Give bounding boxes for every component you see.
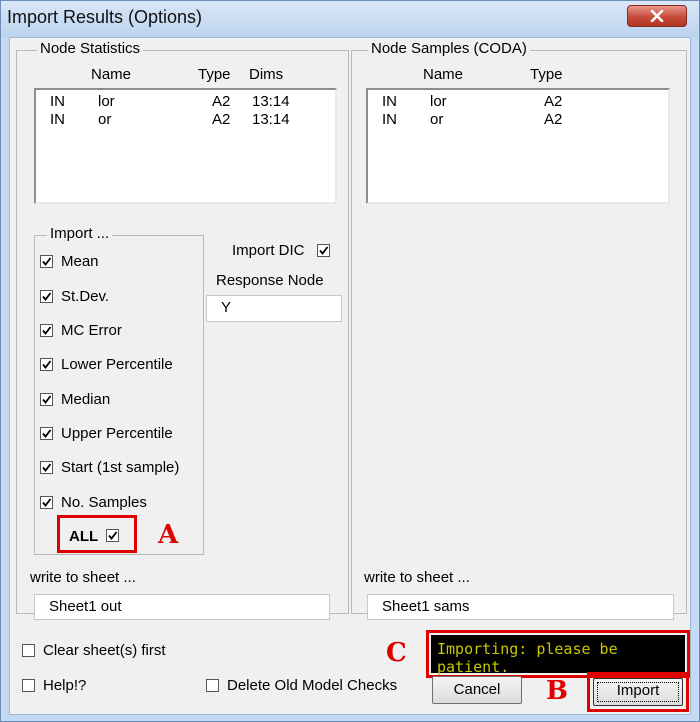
mean-label: Mean (61, 253, 99, 270)
node-statistics-list[interactable]: IN lor A2 13:14 IN or A2 13:14 (34, 88, 337, 204)
upper-percentile-label: Upper Percentile (61, 425, 173, 442)
no-samples-checkbox[interactable] (40, 496, 53, 509)
status-text: Importing: please be patient. (437, 640, 618, 676)
delete-checks-label: Delete Old Model Checks (227, 677, 398, 694)
window-title: Import Results (Options) (7, 7, 203, 27)
row-dims: 13:14 (252, 93, 290, 110)
annotation-b: B (546, 676, 568, 706)
start-sample-label: Start (1st sample) (61, 459, 180, 476)
cancel-button[interactable]: Cancel (432, 676, 522, 704)
row-dims: 13:14 (252, 111, 290, 128)
checkmark-icon (42, 292, 52, 301)
row-prefix: IN (382, 93, 397, 110)
import-label: Import (616, 682, 660, 699)
mc-error-label: MC Error (61, 322, 122, 339)
response-node-label: Response Node (216, 272, 324, 289)
lower-percentile-label: Lower Percentile (61, 356, 173, 373)
mc-error-checkbox[interactable] (40, 324, 53, 337)
node-samples-list[interactable]: IN lor A2 IN or A2 (366, 88, 670, 204)
help-label: Help!? (43, 677, 87, 694)
stdev-checkbox[interactable] (40, 290, 53, 303)
title-bar[interactable]: Import Results (Options) (1, 1, 699, 37)
clear-sheets-checkbox[interactable] (22, 644, 35, 657)
checkmark-icon (319, 246, 329, 255)
cancel-label: Cancel (453, 681, 501, 698)
lower-percentile-checkbox[interactable] (40, 358, 53, 371)
median-label: Median (61, 391, 111, 408)
import-button[interactable]: Import (593, 678, 683, 706)
clear-sheets-label: Clear sheet(s) first (43, 642, 166, 659)
row-name: lor (98, 93, 115, 110)
start-sample-checkbox[interactable] (40, 461, 53, 474)
close-icon (650, 10, 664, 22)
samples-header-type: Type (530, 66, 563, 83)
checkmark-icon (42, 257, 52, 266)
list-item[interactable]: IN or A2 13:14 (36, 111, 326, 129)
row-type: A2 (544, 93, 563, 110)
row-prefix: IN (50, 111, 65, 128)
row-type: A2 (212, 93, 231, 110)
stats-header-name: Name (91, 66, 132, 83)
row-type: A2 (544, 111, 563, 128)
median-checkbox[interactable] (40, 393, 53, 406)
stdev-label: St.Dev. (61, 288, 110, 305)
import-dic-label: Import DIC (232, 242, 305, 259)
stats-header-dims: Dims (249, 66, 284, 83)
checkmark-icon (42, 429, 52, 438)
annotation-c: C (386, 638, 407, 668)
mean-checkbox[interactable] (40, 255, 53, 268)
list-item[interactable]: IN or A2 (368, 111, 658, 129)
node-statistics-group-label: Node Statistics (37, 40, 144, 58)
list-item[interactable]: IN lor A2 (368, 93, 658, 111)
import-group-label: Import ... (47, 225, 113, 243)
row-name: or (98, 111, 112, 128)
write-sheet-left-input[interactable]: Sheet1 out (34, 594, 330, 620)
checkmark-icon (42, 463, 52, 472)
write-sheet-left-label: write to sheet ... (30, 569, 136, 586)
close-button[interactable] (627, 5, 687, 27)
checkmark-icon (108, 531, 118, 540)
annotation-a: A (158, 520, 179, 550)
list-item[interactable]: IN lor A2 13:14 (36, 93, 326, 111)
upper-percentile-checkbox[interactable] (40, 427, 53, 440)
checkmark-icon (42, 395, 52, 404)
node-samples-group-label: Node Samples (CODA) (368, 40, 530, 58)
row-prefix: IN (50, 93, 65, 110)
stats-header-type: Type (198, 66, 231, 83)
dialog-client-area: Node Statistics Name Type Dims IN lor A2… (9, 37, 691, 715)
import-dic-checkbox[interactable] (317, 244, 330, 257)
help-checkbox[interactable] (22, 679, 35, 692)
checkmark-icon (42, 360, 52, 369)
all-label: ALL (69, 528, 99, 545)
row-name: lor (430, 93, 447, 110)
all-checkbox[interactable] (106, 529, 119, 542)
response-node-input[interactable]: Y (206, 295, 342, 322)
row-type: A2 (212, 111, 231, 128)
checkmark-icon (42, 498, 52, 507)
row-name: or (430, 111, 444, 128)
row-prefix: IN (382, 111, 397, 128)
delete-checks-checkbox[interactable] (206, 679, 219, 692)
samples-header-name: Name (423, 66, 464, 83)
write-sheet-right-label: write to sheet ... (364, 569, 470, 586)
no-samples-label: No. Samples (61, 494, 147, 511)
checkmark-icon (42, 326, 52, 335)
dialog-window: Import Results (Options) Node Statistics… (0, 0, 700, 722)
status-message: Importing: please be patient. (431, 635, 685, 676)
write-sheet-right-input[interactable]: Sheet1 sams (367, 594, 674, 620)
